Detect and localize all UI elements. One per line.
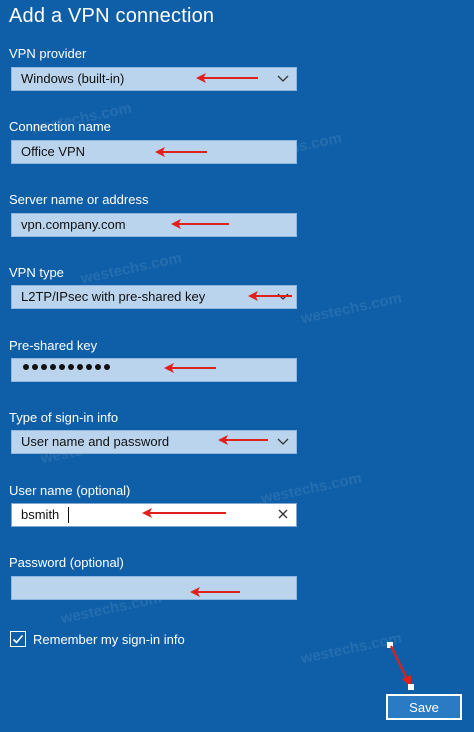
preshared-key-label: Pre-shared key	[9, 338, 98, 353]
masked-password-dots	[23, 364, 110, 370]
remember-signin-checkbox[interactable]	[10, 631, 26, 647]
vpn-provider-select[interactable]: Windows (built-in)	[11, 67, 297, 91]
preshared-key-input[interactable]	[11, 358, 297, 382]
username-value: bsmith	[21, 507, 60, 522]
signin-type-label: Type of sign-in info	[9, 410, 119, 425]
text-cursor	[68, 507, 69, 523]
server-value: vpn.company.com	[21, 217, 126, 232]
connection-name-label: Connection name	[9, 119, 111, 134]
password-dot	[41, 364, 47, 370]
annotation-marker	[408, 684, 414, 690]
password-dot	[50, 364, 56, 370]
vpn-type-value: L2TP/IPsec with pre-shared key	[21, 289, 206, 304]
chevron-down-icon	[277, 75, 289, 82]
password-dot	[32, 364, 38, 370]
remember-signin-label: Remember my sign-in info	[33, 631, 185, 647]
password-dot	[95, 364, 101, 370]
connection-name-value: Office VPN	[21, 144, 86, 159]
password-input[interactable]	[11, 576, 297, 600]
password-dot	[23, 364, 29, 370]
remember-signin-row[interactable]: Remember my sign-in info	[10, 629, 185, 649]
server-label: Server name or address	[9, 192, 149, 207]
clear-icon[interactable]	[276, 507, 290, 521]
connection-name-input[interactable]: Office VPN	[11, 140, 297, 164]
chevron-down-icon	[277, 438, 289, 445]
watermark-text: westechs.com	[259, 469, 364, 508]
vpn-type-label: VPN type	[9, 265, 64, 280]
vpn-provider-value: Windows (built-in)	[21, 71, 125, 86]
password-label: Password (optional)	[9, 555, 124, 570]
vpn-type-select[interactable]: L2TP/IPsec with pre-shared key	[11, 285, 297, 309]
watermark-text: westechs.com	[299, 629, 404, 668]
watermark-text: westechs.com	[299, 289, 404, 328]
password-dot	[77, 364, 83, 370]
username-input[interactable]: bsmith	[11, 503, 297, 527]
save-button[interactable]: Save	[386, 694, 462, 720]
password-dot	[104, 364, 110, 370]
password-dot	[86, 364, 92, 370]
checkmark-icon	[12, 634, 24, 644]
server-input[interactable]: vpn.company.com	[11, 213, 297, 237]
chevron-down-icon	[277, 293, 289, 300]
vpn-provider-label: VPN provider	[9, 46, 87, 61]
signin-type-value: User name and password	[21, 434, 170, 449]
password-dot	[68, 364, 74, 370]
signin-type-select[interactable]: User name and password	[11, 430, 297, 454]
annotation-arrow	[390, 645, 411, 687]
username-label: User name (optional)	[9, 483, 131, 498]
watermark-text: westechs.com	[79, 249, 184, 288]
dialog-title: Add a VPN connection	[9, 5, 215, 27]
password-dot	[59, 364, 65, 370]
